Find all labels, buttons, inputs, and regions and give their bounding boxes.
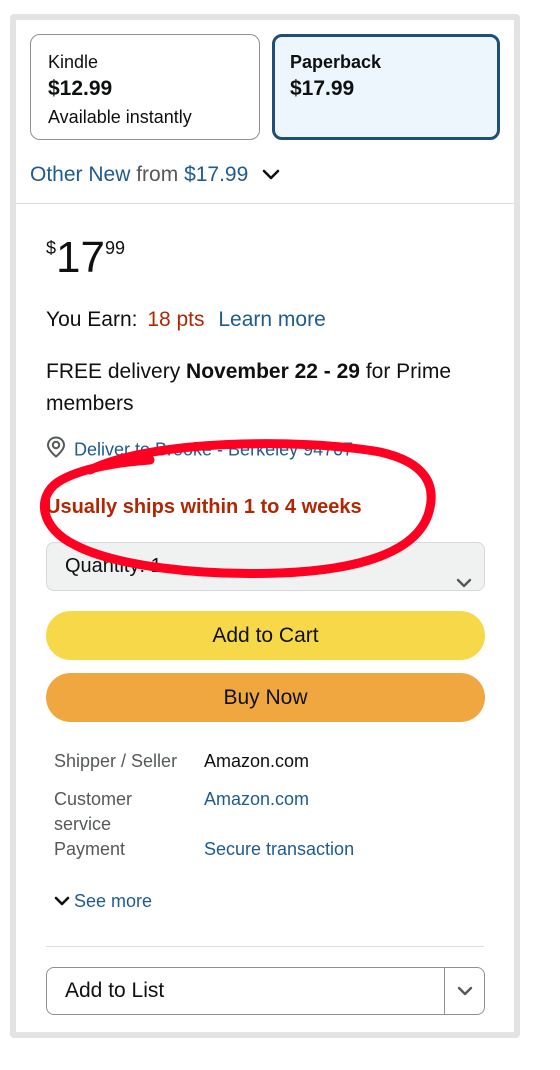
customer-service-link[interactable]: Amazon.com <box>204 787 484 812</box>
see-more-toggle[interactable]: See more <box>54 888 152 915</box>
deliver-to-text[interactable]: Deliver to Brooke - Berkeley 94707 <box>74 439 353 459</box>
learn-more-link[interactable]: Learn more <box>218 308 325 331</box>
chevron-down-icon <box>54 889 70 915</box>
quantity-label: Quantity: <box>65 555 146 577</box>
seller-info-label: Customer service <box>54 789 133 834</box>
other-new-offers[interactable]: Other New from $17.99 <box>30 160 280 190</box>
price-currency-symbol: $ <box>46 238 57 258</box>
format-option-paperback[interactable]: Paperback $17.99 <box>272 34 500 140</box>
seller-info-value: Amazon.com <box>204 751 310 771</box>
format-option-kindle[interactable]: Kindle $12.99 Available instantly <box>30 34 260 140</box>
format-price: $12.99 <box>48 77 113 100</box>
chevron-down-icon <box>457 986 473 996</box>
add-to-list-button[interactable]: Add to List <box>65 968 164 1014</box>
chevron-down-icon <box>456 560 472 607</box>
earn-label: You Earn: <box>46 308 138 331</box>
format-name: Kindle <box>48 52 99 72</box>
chevron-down-icon[interactable] <box>262 160 280 190</box>
other-new-link[interactable]: Other New <box>30 163 130 186</box>
section-divider <box>46 946 484 947</box>
secure-transaction-link[interactable]: Secure transaction <box>204 837 484 862</box>
other-new-price[interactable]: $17.99 <box>184 163 248 186</box>
availability-message: Usually ships within 1 to 4 weeks <box>46 496 362 518</box>
points-earn: You Earn: 18 pts Learn more <box>46 305 326 335</box>
earn-points: 18 pts <box>147 308 205 331</box>
buy-box-panel: Kindle $12.99 Available instantly Paperb… <box>10 14 520 1038</box>
seller-info-label: Payment <box>54 839 126 859</box>
price-fraction: 99 <box>104 238 125 258</box>
format-name: Paperback <box>290 52 382 72</box>
see-more-label[interactable]: See more <box>74 891 152 911</box>
delivery-dates: November 22 - 29 <box>186 360 360 383</box>
delivery-message: FREE delivery November 22 - 29 for Prime… <box>46 356 496 420</box>
format-price: $17.99 <box>290 77 355 100</box>
delivery-prefix: FREE delivery <box>46 360 181 383</box>
location-pin-icon <box>46 436 66 465</box>
section-divider <box>16 203 514 204</box>
seller-info-label: Shipper / Seller <box>54 751 178 771</box>
other-new-from-label: from <box>136 163 179 186</box>
deliver-to-link[interactable]: Deliver to Brooke - Berkeley 94707 <box>46 436 353 465</box>
quantity-value: 1 <box>150 555 162 577</box>
add-to-list-control[interactable]: Add to List <box>46 967 485 1015</box>
quantity-select[interactable]: Quantity: 1 <box>46 542 485 591</box>
buy-now-button[interactable]: Buy Now <box>46 673 485 722</box>
add-to-list-dropdown[interactable] <box>445 968 484 1014</box>
price-whole: 17 <box>56 233 105 282</box>
format-availability: Available instantly <box>48 107 192 127</box>
add-to-cart-button[interactable]: Add to Cart <box>46 611 485 660</box>
product-price: $1799 <box>46 232 125 284</box>
